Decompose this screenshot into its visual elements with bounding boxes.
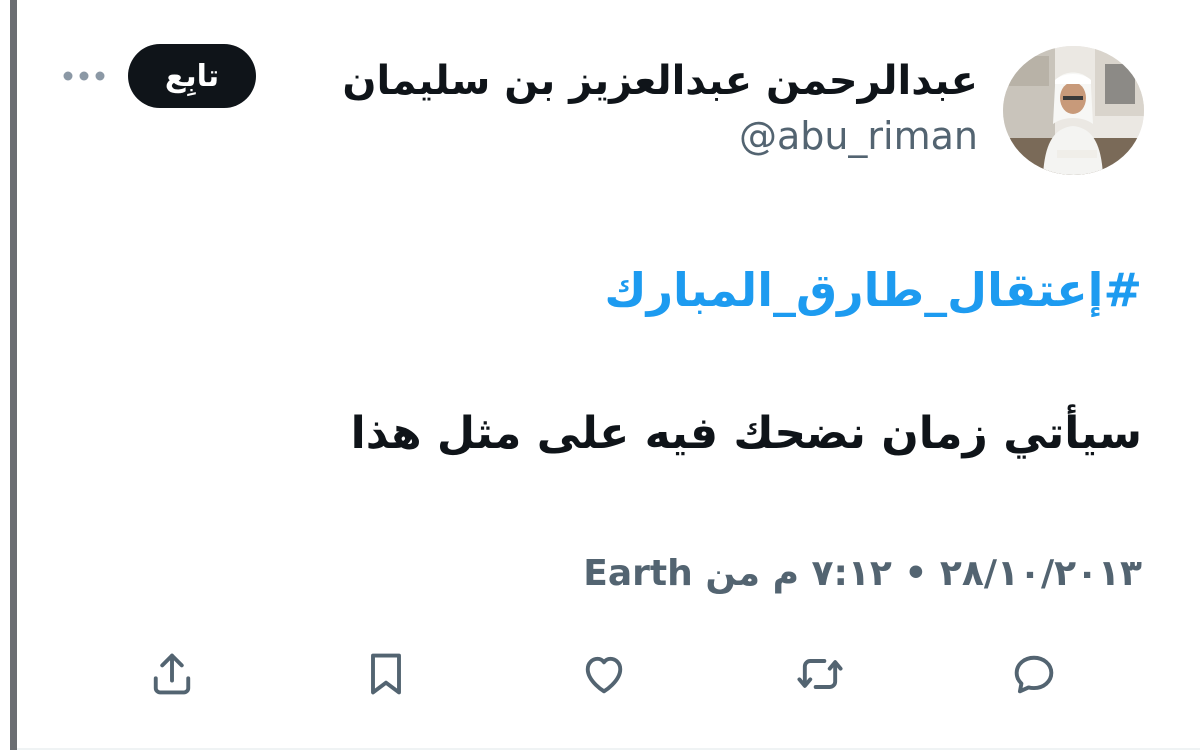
follow-button[interactable]: تابِع <box>128 44 256 108</box>
share-icon <box>153 653 191 695</box>
like-icon <box>585 656 623 694</box>
like-button[interactable] <box>574 644 634 704</box>
more-options-button[interactable] <box>56 58 112 94</box>
reply-button[interactable] <box>1004 644 1064 704</box>
timestamp-separator: • <box>904 553 928 594</box>
tweet-text: سيأتي زمان نضحك فيه على مثل هذا <box>350 408 1142 459</box>
avatar[interactable] <box>1003 46 1144 175</box>
source-prefix: من <box>705 553 761 594</box>
tweet-date[interactable]: ٢٨/١٠/٢٠١٣ <box>940 553 1142 594</box>
bookmark-button[interactable] <box>356 644 416 704</box>
tweet-detail: عبدالرحمن عبدالعزيز بن سليمان @abu_riman… <box>0 0 1200 750</box>
retweet-icon <box>797 659 843 689</box>
share-button[interactable] <box>142 644 202 704</box>
more-horizontal-icon <box>63 71 105 81</box>
retweet-button[interactable] <box>790 644 850 704</box>
hashtag-link[interactable]: #إعتقال_طارق_المبارك <box>604 258 1142 322</box>
author-display-name[interactable]: عبدالرحمن عبدالعزيز بن سليمان <box>342 54 978 108</box>
avatar-image <box>1003 46 1144 175</box>
author-handle[interactable]: @abu_riman <box>739 110 978 162</box>
bookmark-icon <box>371 653 401 695</box>
tweet-timestamp: ٢٨/١٠/٢٠١٣ • ٧:١٢ م من Earth <box>583 548 1142 600</box>
tweet-source: Earth <box>583 553 693 594</box>
tweet-time[interactable]: ٧:١٢ م <box>773 553 892 594</box>
thread-rule <box>10 0 17 750</box>
reply-icon <box>1014 655 1054 694</box>
